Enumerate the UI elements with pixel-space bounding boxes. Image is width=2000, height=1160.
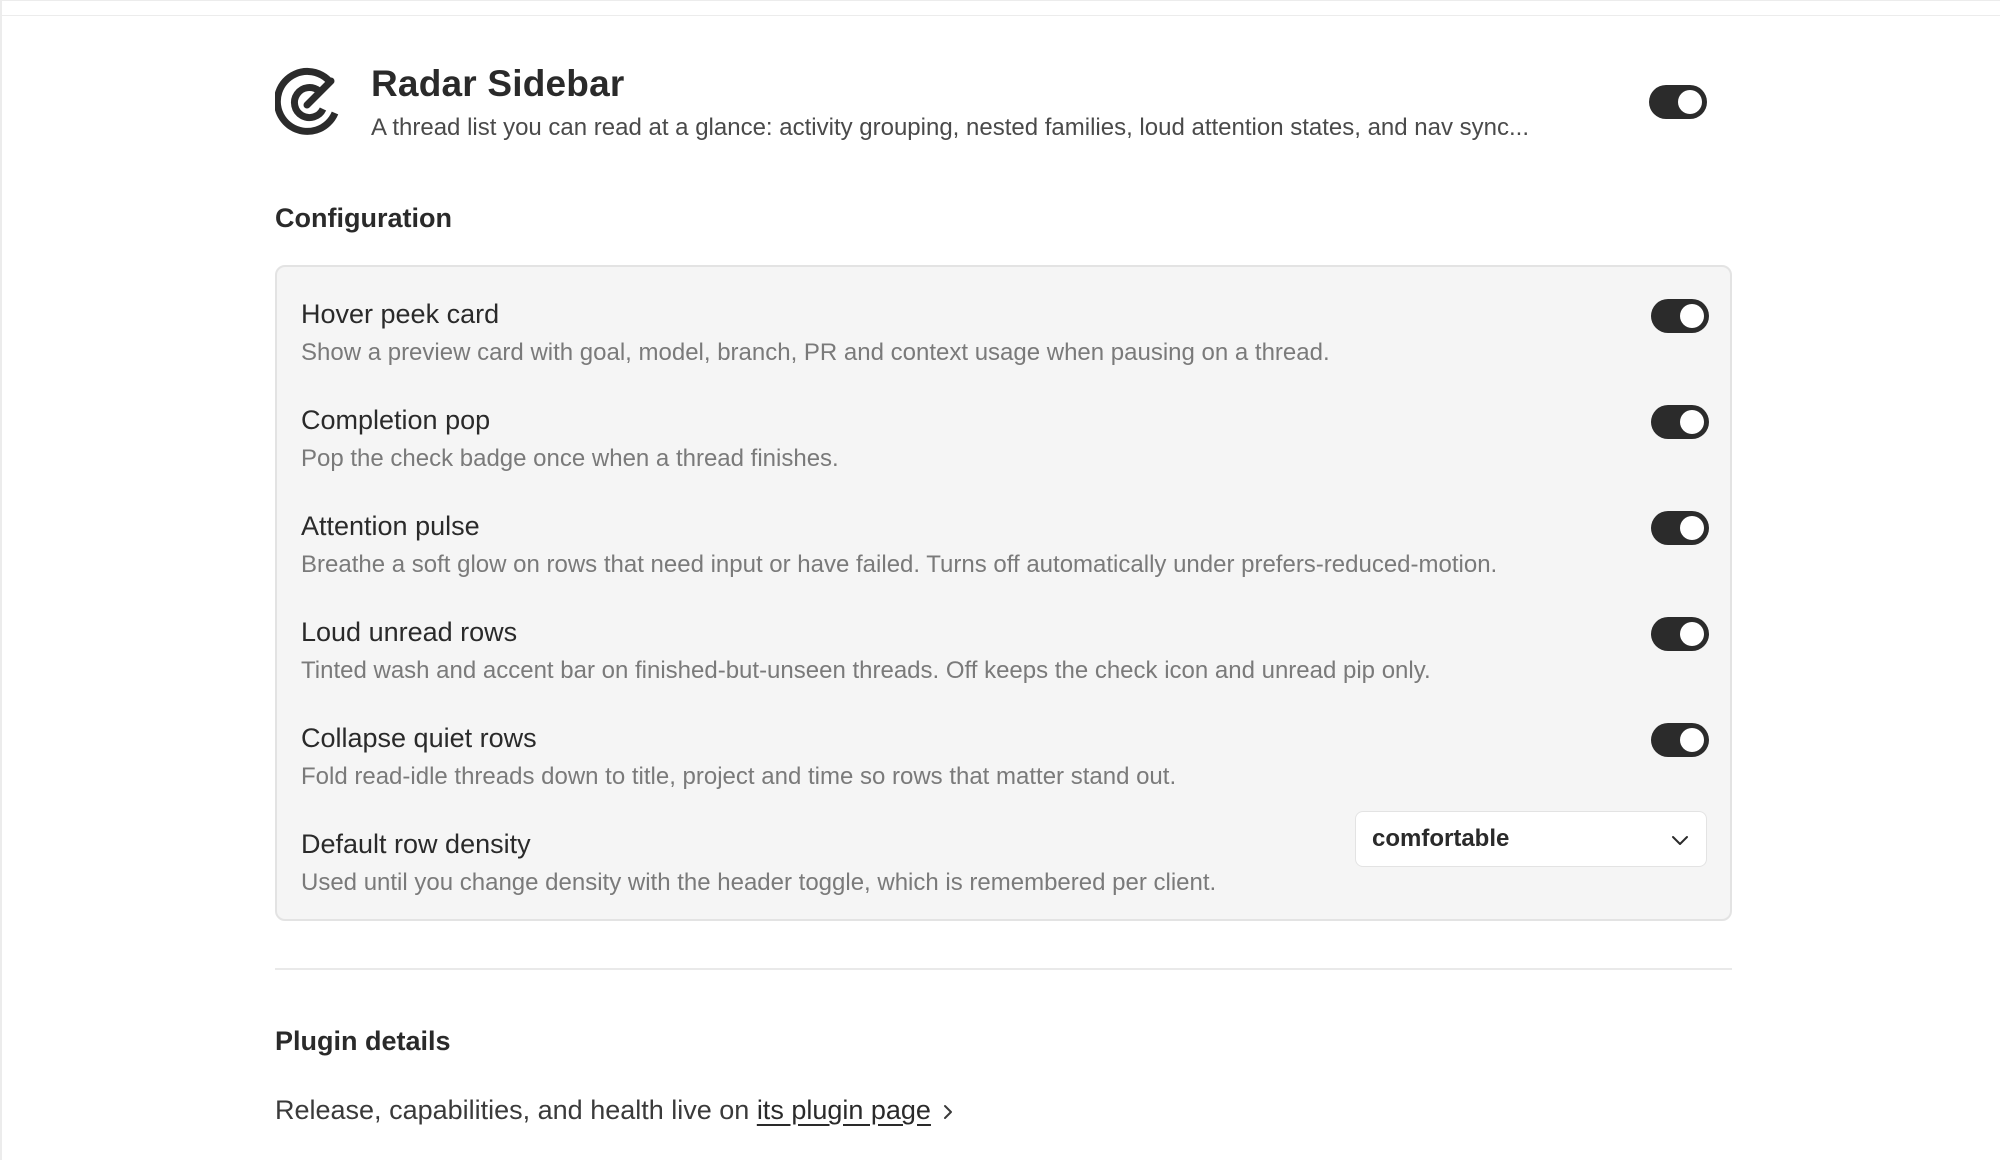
plugin-header: Radar Sidebar A thread list you can read… — [275, 59, 1732, 149]
setting-label: Default row density — [301, 829, 531, 859]
setting-description: Pop the check badge once when a thread f… — [301, 445, 839, 472]
collapse-quiet-rows-toggle[interactable] — [1651, 723, 1709, 757]
setting-label: Attention pulse — [301, 511, 480, 541]
configuration-heading: Configuration — [275, 203, 452, 233]
setting-description: Fold read-idle threads down to title, pr… — [301, 763, 1177, 790]
setting-description: Breathe a soft glow on rows that need in… — [301, 551, 1498, 578]
setting-label: Completion pop — [301, 405, 491, 435]
setting-label: Collapse quiet rows — [301, 723, 537, 753]
attention-pulse-toggle[interactable] — [1651, 511, 1709, 545]
configuration-panel: Hover peek card Show a preview card with… — [275, 265, 1732, 921]
setting-loud-unread-rows: Loud unread rows Tinted wash and accent … — [277, 617, 1730, 723]
plugin-details-heading: Plugin details — [275, 1026, 451, 1056]
setting-label: Hover peek card — [301, 299, 500, 329]
setting-completion-pop: Completion pop Pop the check badge once … — [277, 405, 1730, 511]
plugin-description: A thread list you can read at a glance: … — [371, 114, 1530, 141]
setting-description: Tinted wash and accent bar on finished-b… — [301, 657, 1431, 684]
plugin-enabled-toggle[interactable] — [1649, 85, 1707, 119]
row-density-value: comfortable — [1372, 825, 1510, 852]
setting-attention-pulse: Attention pulse Breathe a soft glow on r… — [277, 511, 1730, 617]
section-divider — [275, 968, 1732, 970]
hover-peek-card-toggle[interactable] — [1651, 299, 1709, 333]
top-divider — [2, 15, 2000, 16]
chevron-right-icon[interactable] — [939, 1103, 957, 1121]
setting-description: Show a preview card with goal, model, br… — [301, 339, 1330, 366]
row-density-select[interactable]: comfortable — [1355, 811, 1707, 867]
completion-pop-toggle[interactable] — [1651, 405, 1709, 439]
plugin-page-link[interactable]: its plugin page — [757, 1095, 931, 1125]
setting-description: Used until you change density with the h… — [301, 869, 1217, 896]
details-prefix: Release, capabilities, and health live o… — [275, 1095, 757, 1125]
setting-label: Loud unread rows — [301, 617, 518, 647]
setting-default-row-density: Default row density Used until you chang… — [277, 811, 1730, 935]
radar-logo-icon — [275, 67, 339, 135]
plugin-title: Radar Sidebar — [371, 63, 625, 104]
loud-unread-rows-toggle[interactable] — [1651, 617, 1709, 651]
settings-page: Radar Sidebar A thread list you can read… — [0, 0, 2000, 1160]
setting-hover-peek-card: Hover peek card Show a preview card with… — [277, 299, 1730, 405]
plugin-details-text: Release, capabilities, and health live o… — [275, 1095, 957, 1126]
chevron-down-icon — [1672, 836, 1688, 845]
